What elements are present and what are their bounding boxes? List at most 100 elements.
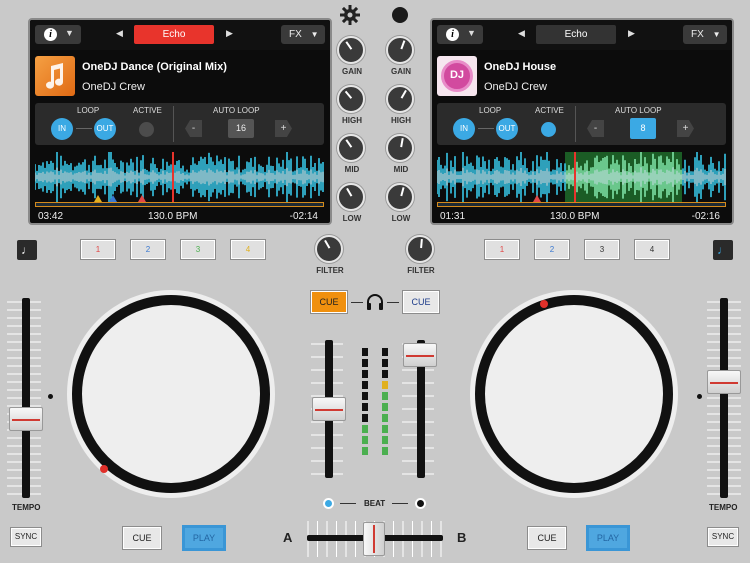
sync-button-right[interactable]: SYNC <box>708 528 738 546</box>
track-artist: OneDJ Crew <box>484 81 547 93</box>
tempo-label-right: TEMPO <box>709 503 738 512</box>
hotcue-pad-4[interactable]: 4 <box>635 240 669 259</box>
crossfader-a-label: A <box>283 530 293 545</box>
hotcue-pad-2[interactable]: 2 <box>535 240 569 259</box>
vu-segment <box>382 447 388 455</box>
auto-loop-plus-button[interactable]: + <box>677 120 694 137</box>
mid-knob[interactable] <box>337 134 365 162</box>
tempo-fader-left[interactable] <box>9 407 43 431</box>
filter-label: FILTER <box>316 266 344 275</box>
fx-prev-icon[interactable]: ◀ <box>518 28 525 39</box>
info-button[interactable]: i ▼ <box>35 25 81 44</box>
loop-panel: LOOP IN OUT ACTIVE AUTO LOOP - 16 + <box>35 103 324 145</box>
vu-segment <box>382 381 388 389</box>
cue-button-right[interactable]: CUE <box>528 527 566 549</box>
beat-indicator-right <box>415 498 426 509</box>
record-dot-icon[interactable] <box>392 7 408 23</box>
platter-marker <box>540 300 548 308</box>
elapsed-time: 03:42 <box>38 211 64 222</box>
vu-segment <box>362 370 368 378</box>
low-knob[interactable] <box>386 183 414 211</box>
auto-loop-minus-button[interactable]: - <box>587 120 604 137</box>
channel-fader-right[interactable] <box>403 343 437 367</box>
note-mode-icon[interactable]: ♩ <box>713 240 733 260</box>
loop-label: LOOP <box>77 106 100 115</box>
hotcue-pad-2[interactable]: 2 <box>131 240 165 259</box>
elapsed-time: 01:31 <box>440 211 466 222</box>
vu-segment <box>382 392 388 400</box>
loop-in-button[interactable]: IN <box>453 118 475 140</box>
high-label: HIGH <box>391 116 411 125</box>
headphone-cue-left-button[interactable]: CUE <box>311 291 347 313</box>
sync-button-left[interactable]: SYNC <box>11 528 41 546</box>
fx-dropdown-button[interactable]: FX ▼ <box>683 25 727 44</box>
vu-segment <box>382 348 388 356</box>
auto-loop-minus-button[interactable]: - <box>185 120 202 137</box>
gain-knob[interactable] <box>386 36 414 64</box>
filter-knob[interactable] <box>315 235 343 263</box>
platter-marker <box>100 465 108 473</box>
high-knob[interactable] <box>337 85 365 113</box>
headphone-cue-right-button[interactable]: CUE <box>403 291 439 313</box>
channel-fader-left[interactable] <box>312 397 346 421</box>
hotcue-pad-4[interactable]: 4 <box>231 240 265 259</box>
track-overview-bar[interactable] <box>437 202 726 207</box>
hotcue-pad-3[interactable]: 3 <box>181 240 215 259</box>
bpm: 130.0 BPM <box>148 211 198 222</box>
play-button-right[interactable]: PLAY <box>586 525 630 551</box>
hotcue-pad-1[interactable]: 1 <box>81 240 115 259</box>
high-label: HIGH <box>342 116 362 125</box>
settings-gear-icon[interactable] <box>339 4 361 26</box>
waveform[interactable] <box>437 152 726 202</box>
play-button-left[interactable]: PLAY <box>182 525 226 551</box>
mid-knob[interactable] <box>386 134 414 162</box>
low-knob[interactable] <box>337 183 365 211</box>
gain-label: GAIN <box>342 67 362 76</box>
info-icon: i <box>44 28 57 41</box>
fx-name[interactable]: Echo <box>536 25 616 44</box>
remaining-time: -02:14 <box>289 211 318 222</box>
music-note-icon <box>46 63 64 89</box>
note-mode-icon[interactable]: ♩ <box>17 240 37 260</box>
loop-active-indicator <box>541 122 556 137</box>
deck-left-topbar: i ▼ ◀ Echo ▶ FX ▼ <box>30 20 330 50</box>
loop-panel: LOOP IN OUT ACTIVE AUTO LOOP - 8 + <box>437 103 726 145</box>
bpm: 130.0 BPM <box>550 211 600 222</box>
filter-knob[interactable] <box>406 235 434 263</box>
auto-loop-plus-button[interactable]: + <box>275 120 292 137</box>
loop-in-button[interactable]: IN <box>51 118 73 140</box>
loop-out-button[interactable]: OUT <box>94 118 116 140</box>
loop-label: LOOP <box>479 106 502 115</box>
fx-next-icon[interactable]: ▶ <box>226 28 233 39</box>
jog-wheel-right[interactable] <box>470 290 678 498</box>
deck-left-display: i ▼ ◀ Echo ▶ FX ▼ OneDJ Dance (Original … <box>28 18 332 225</box>
gain-knob[interactable] <box>337 36 365 64</box>
info-button[interactable]: i ▼ <box>437 25 483 44</box>
beat-indicator-left <box>323 498 334 509</box>
gain-label: GAIN <box>391 67 411 76</box>
vu-segment <box>382 403 388 411</box>
track-overview-bar[interactable] <box>35 202 324 207</box>
hotcue-pad-1[interactable]: 1 <box>485 240 519 259</box>
fx-name[interactable]: Echo <box>134 25 214 44</box>
cue-button-left[interactable]: CUE <box>123 527 161 549</box>
vu-segment <box>382 436 388 444</box>
fx-next-icon[interactable]: ▶ <box>628 28 635 39</box>
headphones-icon <box>365 292 385 312</box>
info-icon: i <box>446 28 459 41</box>
crossfader-handle[interactable] <box>363 522 385 556</box>
hotcue-pad-3[interactable]: 3 <box>585 240 619 259</box>
fx-prev-icon[interactable]: ◀ <box>116 28 123 39</box>
dropdown-arrow-icon: ▼ <box>467 28 476 38</box>
fx-dropdown-button[interactable]: FX ▼ <box>281 25 325 44</box>
waveform[interactable] <box>35 152 324 202</box>
jog-side-dot <box>48 394 53 399</box>
jog-wheel-left[interactable] <box>67 290 275 498</box>
vu-meter-right <box>382 348 388 458</box>
tempo-track-right <box>720 298 728 498</box>
high-knob[interactable] <box>386 85 414 113</box>
loop-out-button[interactable]: OUT <box>496 118 518 140</box>
tempo-fader-right[interactable] <box>707 370 741 394</box>
mid-label: MID <box>344 165 360 174</box>
auto-loop-label: AUTO LOOP <box>615 106 662 115</box>
